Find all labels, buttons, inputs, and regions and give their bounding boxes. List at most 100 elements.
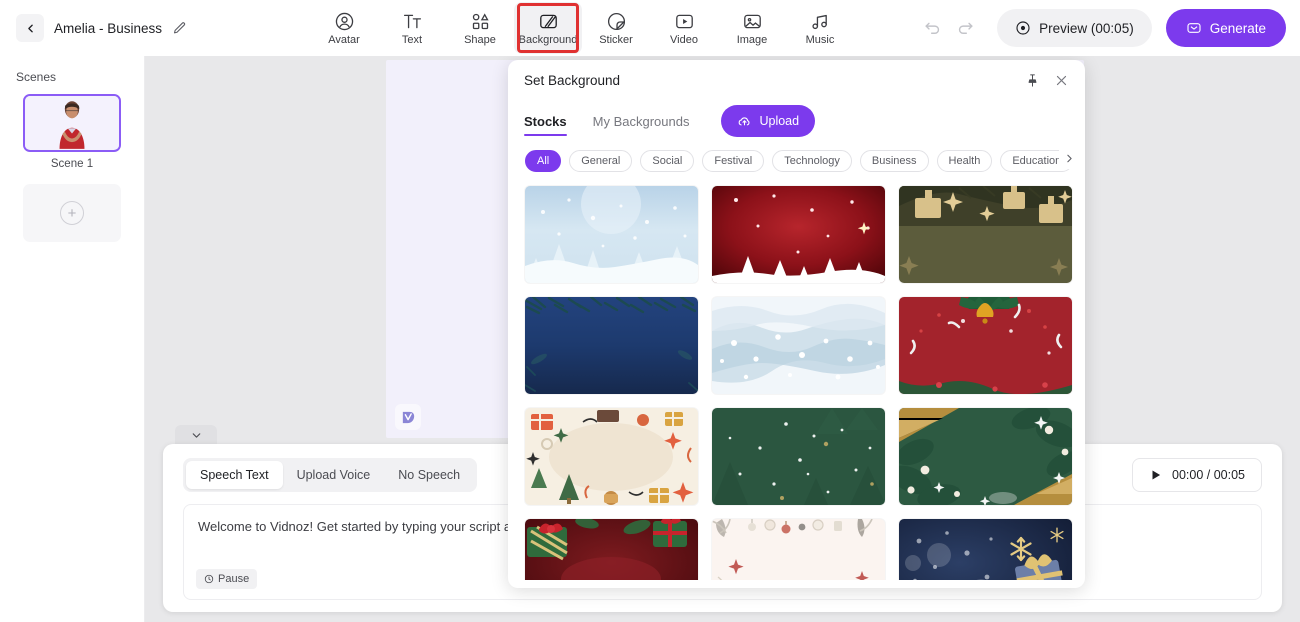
close-panel-button[interactable] [1054,73,1069,88]
thumb-image [712,519,885,580]
image-icon [743,14,761,28]
pause-marker-chip[interactable]: Pause [196,569,258,589]
pin-icon [1028,73,1037,87]
tool-music[interactable]: Music [786,2,854,54]
scene-thumbnail-1[interactable] [23,94,121,152]
tool-label: Avatar [328,33,360,46]
vidnoz-logo-icon [402,411,414,423]
music-icon [811,14,827,29]
tab-stocks[interactable]: Stocks [524,100,567,142]
video-icon [675,14,693,28]
tab-upload-voice[interactable]: Upload Voice [283,461,385,489]
background-thumb-red-bell-garland[interactable] [899,297,1072,394]
shape-icon [472,12,489,29]
chevron-down-icon [192,432,200,438]
tool-background[interactable]: Background [514,2,582,54]
background-thumb-red-christmas-night-trees[interactable] [712,186,885,283]
edit-title-button[interactable] [172,21,187,36]
generate-icon [1187,23,1201,33]
chip-general[interactable]: General [569,150,633,172]
tool-sticker[interactable]: Sticker [582,2,650,54]
add-scene-button[interactable]: + [23,184,121,242]
background-thumb-winter-snow-trees-blue[interactable] [525,186,698,283]
scene-preview-image [25,96,119,149]
app-header: Amelia - Business Avatar Text Shape Back… [0,0,1300,56]
background-source-tabs: Stocks My Backgrounds Upload [508,100,1085,142]
background-thumb-ivory-ornament-border[interactable] [712,519,885,580]
background-thumb-dark-green-snowfall[interactable] [712,408,885,505]
chip-festival[interactable]: Festival [702,150,765,172]
tab-my-backgrounds[interactable]: My Backgrounds [593,100,690,142]
thumb-image [899,519,1072,580]
play-circle-icon [1016,21,1030,35]
chip-technology[interactable]: Technology [772,150,852,172]
upload-cloud-icon [739,116,750,125]
pause-label: Pause [218,573,250,585]
background-thumb-green-foliage-gold-corners[interactable] [899,408,1072,505]
tool-video[interactable]: Video [650,2,718,54]
thumb-image [899,297,1072,394]
collapse-script-button[interactable] [175,425,217,445]
thumb-image [899,408,1072,505]
tool-label: Text [401,33,423,46]
sidebar-title: Scenes [16,70,57,84]
generate-button[interactable]: Generate [1165,9,1286,47]
preview-label: Preview (00:05) [1039,20,1134,36]
upload-label: Upload [759,114,800,128]
tool-avatar[interactable]: Avatar [310,2,378,54]
thumb-image [712,297,885,394]
close-icon [1056,75,1067,85]
speech-mode-tabs: Speech Text Upload Voice No Speech [183,458,478,492]
tool-text[interactable]: Text [378,2,446,54]
background-icon [539,14,557,28]
thumb-image [525,186,698,283]
chip-social[interactable]: Social [640,150,695,172]
chip-all[interactable]: All [525,150,562,172]
thumb-image [525,297,698,394]
undo-icon [925,22,940,34]
upload-background-button[interactable]: Upload [721,105,816,137]
tool-label: Music [805,33,835,46]
categories-next-button[interactable] [1059,147,1079,169]
sticker-icon [607,12,625,30]
clock-icon [204,574,214,584]
scenes-sidebar: Scenes Scene 1 + [0,56,145,622]
chip-business[interactable]: Business [859,150,929,172]
category-chips: All General Social Festival Technology B… [508,142,1085,176]
undo-button[interactable] [923,19,942,38]
pin-panel-button[interactable] [1025,73,1040,88]
background-panel-title: Set Background [524,72,621,88]
background-thumb-pale-blue-watercolor-snow[interactable] [712,297,885,394]
tab-speech-text[interactable]: Speech Text [186,461,283,489]
background-thumb-olive-gold-gifts-frame[interactable] [899,186,1072,283]
avatar-icon [335,12,353,30]
preview-button[interactable]: Preview (00:05) [997,9,1152,47]
time-text: 00:00 / 00:05 [1172,468,1245,482]
background-panel-header: Set Background [508,60,1085,100]
history-controls [923,19,975,38]
tool-label: Image [736,33,768,46]
play-icon [1152,470,1161,480]
header-left-group: Amelia - Business [0,14,300,42]
thumb-image [525,408,698,505]
redo-button[interactable] [956,19,975,38]
chip-health[interactable]: Health [936,150,993,172]
tool-label: Sticker [599,33,633,46]
vidnoz-watermark [395,404,421,430]
back-button[interactable] [16,14,44,42]
tool-image[interactable]: Image [718,2,786,54]
set-background-panel: Set Background Stocks My Backgrounds Upl… [508,60,1085,588]
tab-no-speech[interactable]: No Speech [384,461,474,489]
background-thumb-navy-pine-border[interactable] [525,297,698,394]
thumb-image [899,186,1072,283]
playback-time-display[interactable]: 00:00 / 00:05 [1132,458,1262,492]
chevron-right-icon [1066,154,1072,162]
scene-label-1: Scene 1 [50,158,94,170]
plus-circle-icon: + [60,201,84,225]
background-thumb-cream-festive-doodle-frame[interactable] [525,408,698,505]
background-thumb-dark-red-gift-ribbons[interactable] [525,519,698,580]
tool-shape[interactable]: Shape [446,2,514,54]
background-thumb-navy-snowflake-gift[interactable] [899,519,1072,580]
project-title: Amelia - Business [54,20,163,36]
thumb-image [712,186,885,283]
